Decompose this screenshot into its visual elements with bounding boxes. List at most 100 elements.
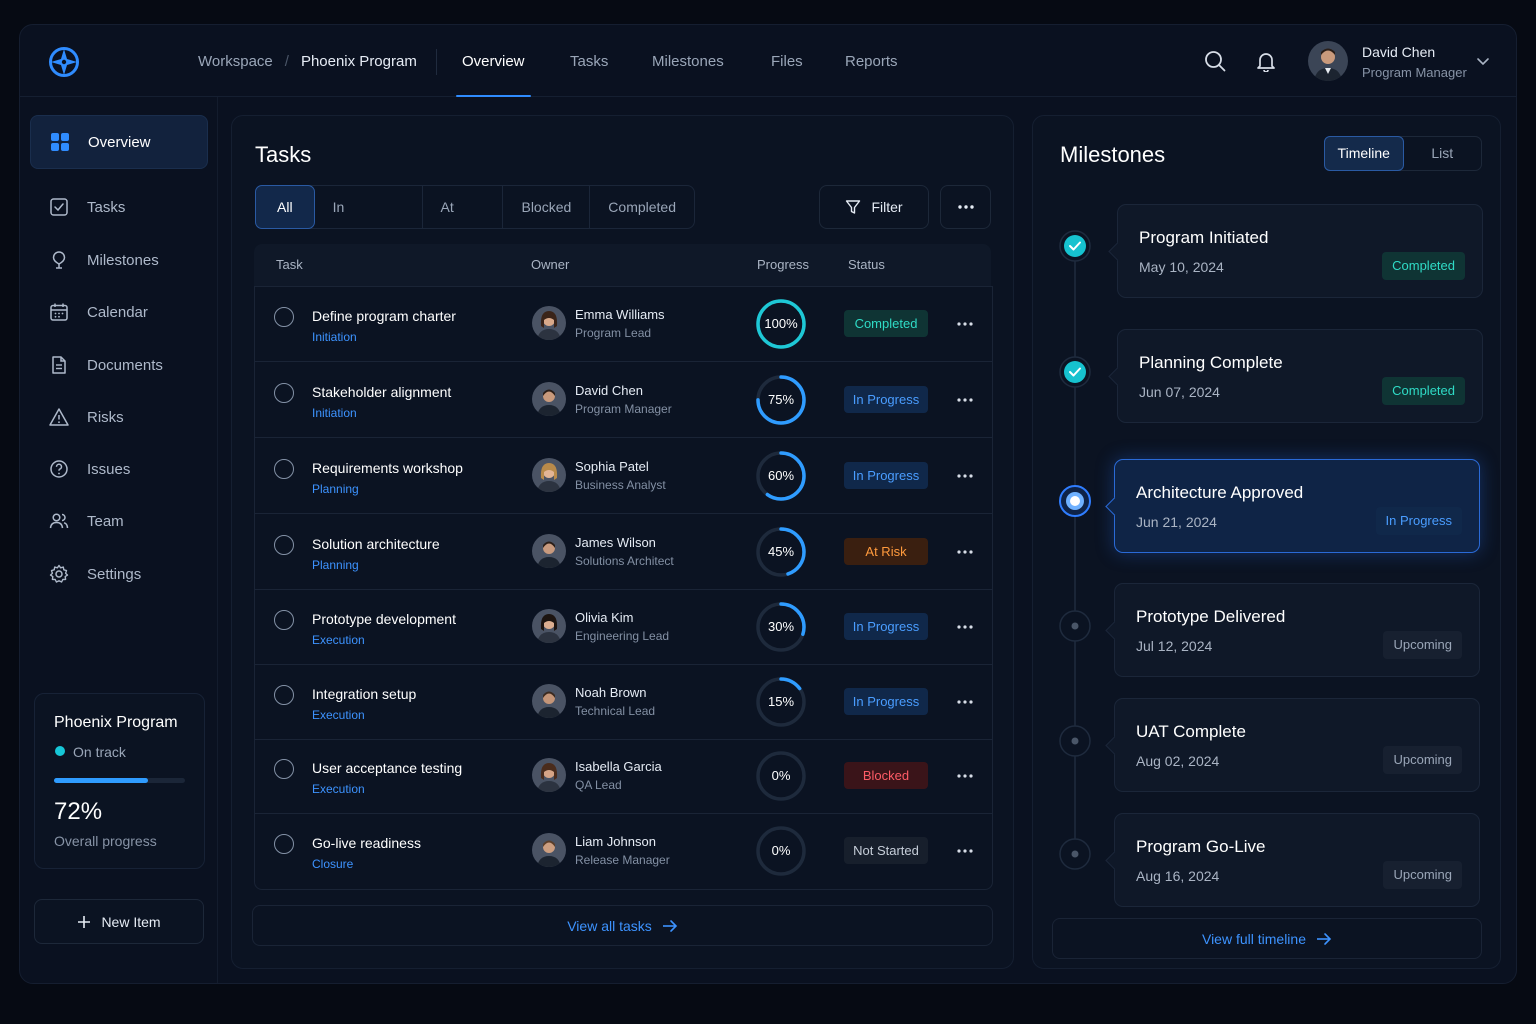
task-phase: Initiation [312,406,357,420]
status-badge: Upcoming [1383,746,1462,774]
table-row[interactable]: Requirements workshop Planning Sophia Pate… [255,439,992,514]
bell-icon[interactable] [1255,50,1277,72]
task-name[interactable]: Go-live readiness [312,835,421,851]
search-icon[interactable] [1204,50,1226,72]
sidebar-item-documents[interactable]: Documents [30,338,208,392]
sidebar-item-calendar[interactable]: Calendar [30,285,208,339]
more-icon[interactable] [955,316,975,332]
sidebar-item-label: Issues [87,460,131,478]
task-checkbox[interactable] [274,383,294,403]
tab-tasks[interactable]: Tasks [570,25,608,97]
more-icon[interactable] [955,694,975,710]
milestones-card: Milestones Timeline List Program Initiat… [1032,115,1501,969]
sidebar: Overview Tasks Milestones Calendar Docum… [20,97,218,983]
view-all-tasks-link[interactable]: View all tasks [252,905,993,946]
user-name[interactable]: David Chen [1362,44,1435,60]
table-row[interactable]: Define program charter Initiation Emma Wil… [255,287,992,362]
table-row[interactable]: Solution architecture Planning James Wilso… [255,515,992,590]
task-checkbox[interactable] [274,759,294,779]
task-phase: Execution [312,782,365,796]
view-full-timeline-link[interactable]: View full timeline [1052,918,1482,959]
table-row[interactable]: Go-live readiness Closure Liam Johnson Rele… [255,814,992,889]
table-row[interactable]: User acceptance testing Execution Isabella… [255,739,992,814]
status-badge: Completed [844,310,928,337]
view-timeline-button[interactable]: Timeline [1324,136,1404,171]
task-name[interactable]: Solution architecture [312,536,440,552]
sidebar-item-team[interactable]: Team [30,494,208,548]
more-icon[interactable] [955,768,975,784]
task-name[interactable]: Stakeholder alignment [312,384,451,400]
task-name[interactable]: User acceptance testing [312,760,462,776]
table-row[interactable]: Integration setup Execution Noah Brown Tech… [255,665,992,740]
filter-blocked[interactable]: Blocked [503,186,591,228]
sidebar-item-label: Team [87,512,124,530]
program-status: On track [73,744,126,760]
task-name[interactable]: Requirements workshop [312,460,463,476]
column-progress[interactable]: Progress [757,257,809,272]
more-icon[interactable] [955,619,975,635]
task-name[interactable]: Prototype development [312,611,456,627]
task-checkbox[interactable] [274,834,294,854]
task-name[interactable]: Define program charter [312,308,456,324]
view-full-label: View full timeline [1201,930,1306,947]
sidebar-item-tasks[interactable]: Tasks [30,180,208,234]
more-icon[interactable] [955,392,975,408]
status-badge: In Progress [844,386,928,413]
sidebar-item-overview[interactable]: Overview [30,115,208,169]
tab-files[interactable]: Files [771,25,803,97]
more-icon[interactable] [955,468,975,484]
column-task[interactable]: Task [276,257,303,272]
progress-label: 15% [767,694,795,709]
task-checkbox[interactable] [274,459,294,479]
task-checkbox[interactable] [274,685,294,705]
program-card[interactable]: Phoenix Program On track 72% Overall pro… [34,693,205,869]
milestone-item[interactable]: Program Go-Live Aug 16, 2024 Upcoming [1114,813,1480,907]
avatar [532,534,566,568]
more-icon[interactable] [955,843,975,859]
warning-icon [49,408,69,426]
logo-icon[interactable] [48,46,80,78]
more-options-button[interactable] [940,185,991,229]
avatar[interactable] [1308,41,1348,81]
breadcrumb-workspace[interactable]: Workspace [198,53,273,70]
avatar [532,758,566,792]
filter-all[interactable]: All [255,185,315,229]
task-checkbox[interactable] [274,307,294,327]
sidebar-item-milestones[interactable]: Milestones [30,233,208,287]
task-phase: Execution [312,708,365,722]
column-owner[interactable]: Owner [531,257,569,272]
milestone-date: Jun 21, 2024 [1136,514,1217,530]
filter-in-progress[interactable]: In Progress [315,186,423,257]
task-name[interactable]: Integration setup [312,686,416,702]
milestone-item[interactable]: Program Initiated May 10, 2024 Completed [1117,204,1483,298]
table-row[interactable]: Stakeholder alignment Initiation David Che… [255,363,992,438]
tab-reports[interactable]: Reports [845,25,898,97]
status-badge: In Progress [844,688,928,715]
milestone-item[interactable]: Planning Complete Jun 07, 2024 Completed [1117,329,1483,423]
table-row[interactable]: Prototype development Execution Olivia Kim… [255,590,992,665]
filter-completed[interactable]: Completed [590,186,694,228]
task-checkbox[interactable] [274,535,294,555]
sidebar-item-issues[interactable]: Issues [30,442,208,496]
view-list-button[interactable]: List [1404,137,1482,170]
progress-label: 0% [771,843,791,858]
milestone-item[interactable]: Architecture Approved Jun 21, 2024 In Prog… [1114,459,1480,553]
sidebar-item-settings[interactable]: Settings [30,547,208,601]
milestone-item[interactable]: Prototype Delivered Jul 12, 2024 Upcoming [1114,583,1480,677]
tab-overview[interactable]: Overview [456,25,530,97]
chevron-down-icon[interactable] [1476,54,1490,68]
status-badge: Blocked [844,762,928,789]
column-status[interactable]: Status [848,257,885,272]
progress-label: 60% [767,468,795,483]
more-icon[interactable] [955,544,975,560]
tab-milestones[interactable]: Milestones [652,25,724,97]
owner-name: Olivia Kim [575,610,634,625]
milestone-item[interactable]: UAT Complete Aug 02, 2024 Upcoming [1114,698,1480,792]
milestone-name: Prototype Delivered [1136,607,1286,626]
new-item-button[interactable]: New Item [34,899,204,944]
task-checkbox[interactable] [274,610,294,630]
filter-button[interactable]: Filter [819,185,929,229]
sidebar-item-risks[interactable]: Risks [30,390,208,444]
filter-at-risk[interactable]: At Risk [423,186,504,257]
breadcrumb-program[interactable]: Phoenix Program [301,53,417,70]
